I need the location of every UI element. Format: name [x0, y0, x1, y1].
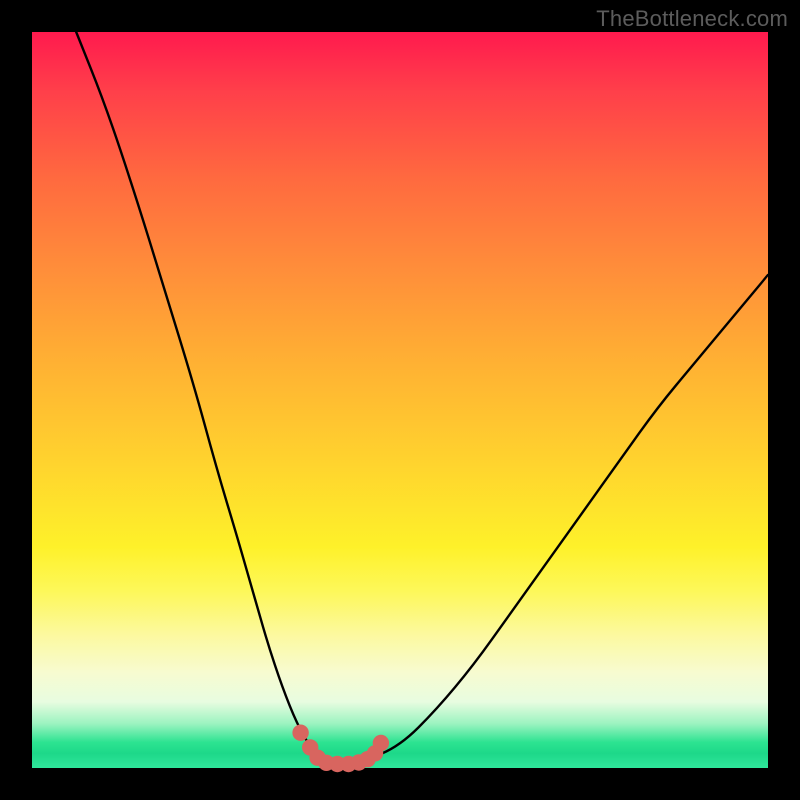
outer-frame: TheBottleneck.com — [0, 0, 800, 800]
valley-marker-dot — [373, 735, 389, 751]
chart-svg — [32, 32, 768, 768]
bottleneck-curve — [76, 32, 768, 764]
plot-area — [32, 32, 768, 768]
valley-markers — [292, 725, 389, 773]
watermark-text: TheBottleneck.com — [596, 6, 788, 32]
valley-marker-dot — [292, 725, 308, 741]
